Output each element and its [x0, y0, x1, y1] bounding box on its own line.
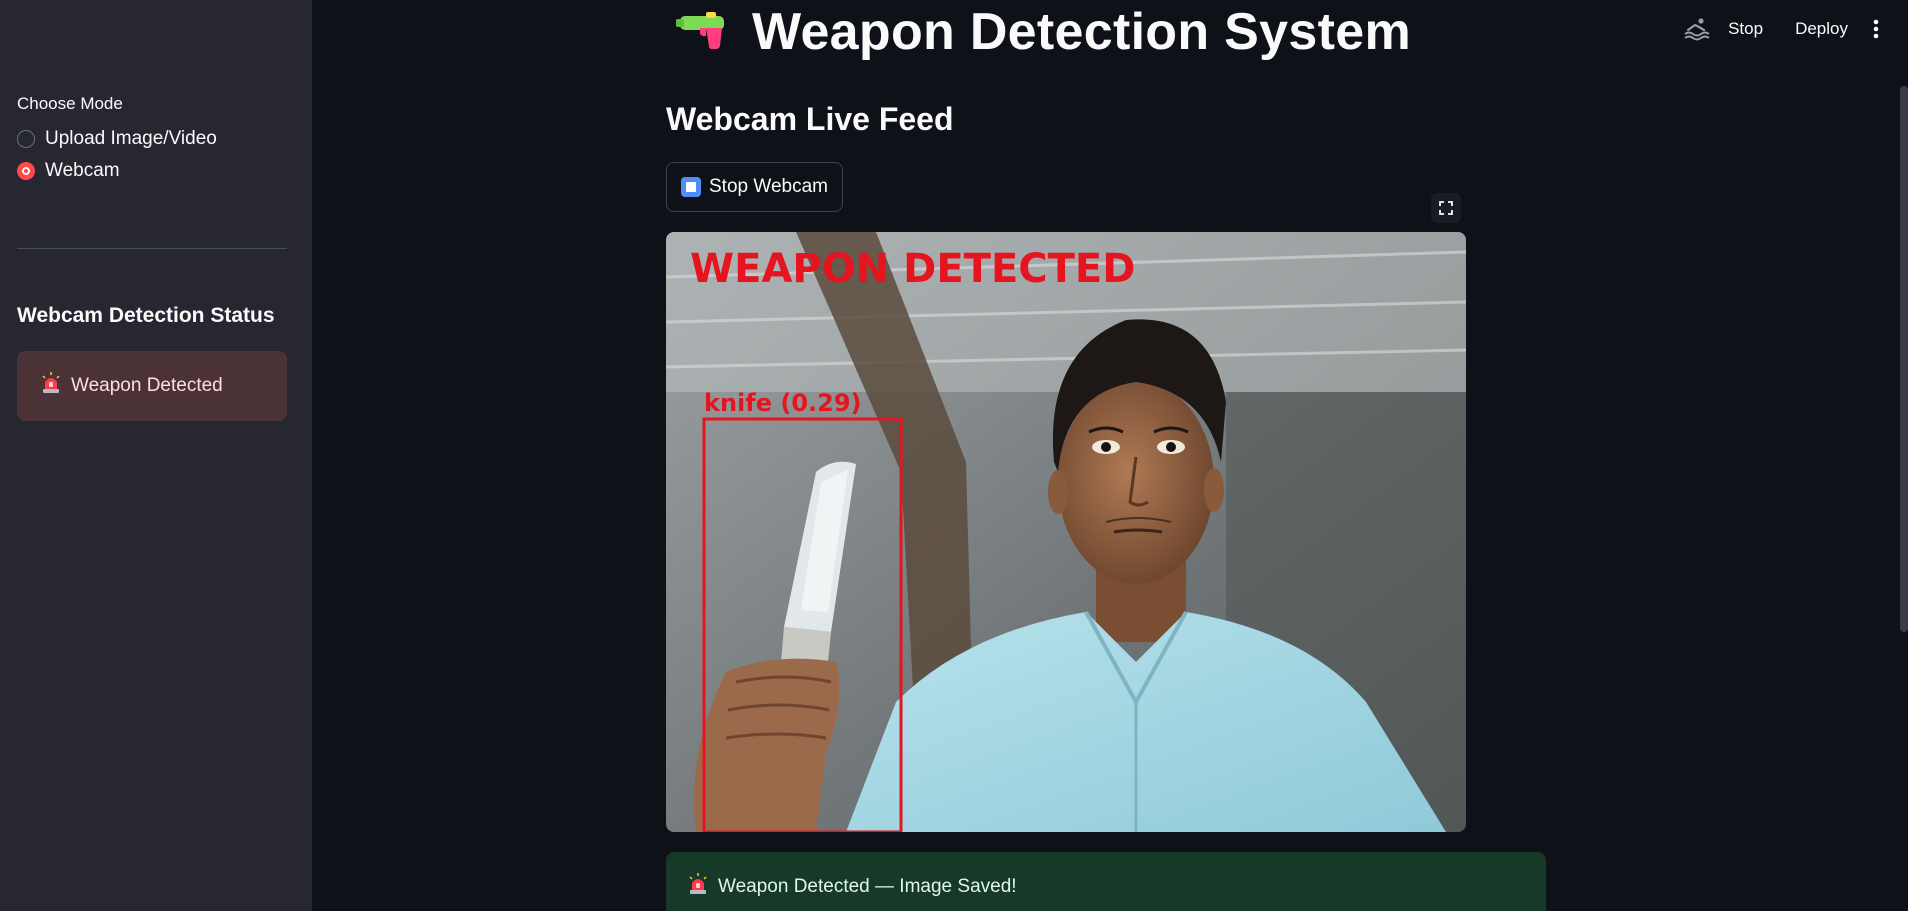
weapon-banner: WEAPON DETECTED [690, 246, 1135, 292]
title-row: Weapon Detection System [676, 2, 1411, 62]
success-message: Weapon Detected — Image Saved! [666, 852, 1546, 911]
radio-webcam[interactable]: Webcam [17, 160, 120, 182]
sidebar-divider [17, 248, 287, 249]
sidebar-error-alert: Weapon Detected [17, 351, 287, 421]
radio-circle-unselected[interactable] [17, 130, 35, 148]
fullscreen-icon[interactable] [1431, 193, 1461, 223]
kebab-menu-icon[interactable] [1864, 14, 1888, 44]
webcam-feed-image: knife (0.29) WEAPON DETECTED [666, 232, 1466, 832]
siren-icon [688, 873, 708, 901]
radio-upload-label: Upload Image/Video [45, 128, 217, 149]
stop-webcam-button[interactable]: Stop Webcam [666, 162, 843, 212]
main-scrollbar[interactable] [1900, 86, 1908, 632]
swimmer-icon [1682, 14, 1712, 44]
page-title: Weapon Detection System [752, 3, 1411, 61]
stop-square-icon [681, 177, 701, 197]
success-message-text: Weapon Detected — Image Saved! [718, 876, 1017, 897]
status-heading: Webcam Detection Status [17, 304, 275, 327]
radio-circle-selected[interactable] [17, 162, 35, 180]
siren-icon [41, 372, 61, 400]
stop-app-button[interactable]: Stop [1712, 15, 1779, 43]
app-root: Choose Mode Upload Image/Video Webcam We… [0, 0, 1908, 911]
section-subheading: Webcam Live Feed [666, 101, 954, 137]
sidebar-error-text: Weapon Detected [71, 375, 223, 396]
stop-webcam-label: Stop Webcam [709, 176, 828, 197]
sidebar: Choose Mode Upload Image/Video Webcam We… [0, 0, 312, 911]
detection-label: knife (0.29) [704, 389, 862, 417]
mode-label: Choose Mode [17, 94, 123, 113]
webcam-frame-svg: knife (0.29) WEAPON DETECTED [666, 232, 1466, 832]
deploy-button[interactable]: Deploy [1779, 15, 1864, 43]
app-toolbar: Stop Deploy [1682, 14, 1888, 44]
radio-upload[interactable]: Upload Image/Video [17, 128, 217, 150]
water-pistol-icon [676, 10, 730, 55]
radio-webcam-label: Webcam [45, 160, 120, 181]
